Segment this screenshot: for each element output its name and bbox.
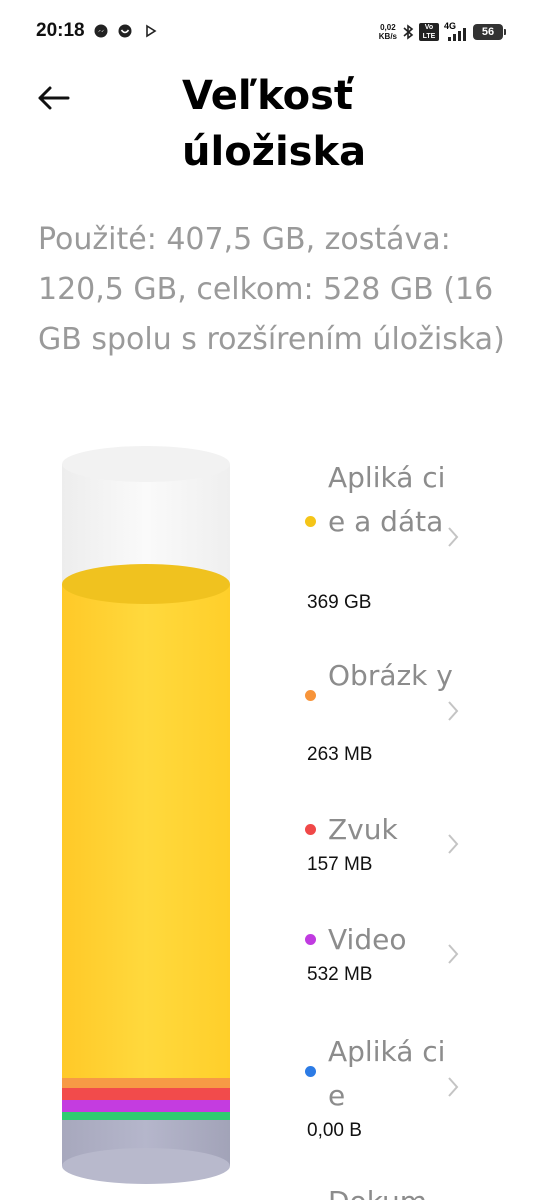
legend-item-images[interactable]: Obrázk y 263 MB	[305, 652, 485, 772]
chevron-right-icon	[448, 944, 459, 964]
legend-label: Obrázk y	[328, 659, 453, 692]
legend-dot	[305, 516, 316, 527]
battery-indicator: 56	[473, 24, 506, 40]
legend-label: Video	[328, 923, 407, 956]
legend-size: 263 MB	[307, 744, 373, 765]
legend-dot	[305, 1066, 316, 1077]
legend-item-apps[interactable]: Apliká cie 0,00 B	[305, 1028, 485, 1148]
legend-item-documents[interactable]: Dokum	[305, 1180, 485, 1200]
legend-dot	[305, 690, 316, 701]
messenger-icon	[94, 24, 108, 38]
legend-dot	[305, 934, 316, 945]
chevron-right-icon	[448, 834, 459, 854]
page-title: Veľkosť úložiska	[182, 73, 367, 175]
chevron-right-icon	[448, 527, 459, 547]
storage-summary: Použité: 407,5 GB, zostáva: 120,5 GB, ce…	[38, 222, 505, 357]
status-bar: 20:18 0,02 KB/s Vo LTE 4G 56	[0, 0, 539, 64]
play-icon	[146, 24, 157, 38]
images-segment	[62, 1078, 230, 1088]
legend-size: 0,00 B	[307, 1120, 362, 1141]
legend-label: Apliká cie a dáta	[328, 461, 446, 538]
legend-label: Zvuk	[328, 813, 398, 846]
legend-size: 369 GB	[307, 592, 372, 613]
signal-icon	[448, 28, 466, 41]
back-arrow-icon[interactable]	[34, 78, 74, 118]
apps-data-segment	[62, 584, 230, 1084]
legend-item-video[interactable]: Video 532 MB	[305, 916, 485, 996]
audio-segment	[62, 1088, 230, 1100]
legend-item-apps-data[interactable]: Apliká cie a dáta 369 GB	[305, 452, 485, 622]
cylinder-top	[62, 446, 230, 482]
legend-size: 532 MB	[307, 964, 373, 985]
legend-label: Dokum	[328, 1180, 453, 1200]
network-speed: 0,02 KB/s	[378, 23, 397, 41]
chevron-right-icon	[448, 701, 459, 721]
cylinder-bottom	[62, 1148, 230, 1184]
chevron-right-icon	[448, 1077, 459, 1097]
storage-cylinder-chart	[62, 446, 230, 1184]
video-segment	[62, 1100, 230, 1112]
volte-badge: Vo LTE	[419, 23, 439, 41]
messenger-icon	[118, 24, 132, 38]
clock: 20:18	[36, 20, 85, 41]
legend-item-audio[interactable]: Zvuk 157 MB	[305, 806, 485, 886]
documents-segment	[62, 1112, 230, 1120]
signal-strength: 4G	[444, 21, 468, 41]
legend-dot	[305, 824, 316, 835]
legend-size: 157 MB	[307, 854, 373, 875]
legend-label: Apliká cie	[328, 1035, 446, 1112]
bluetooth-icon	[403, 24, 414, 40]
apps-data-top	[62, 564, 230, 604]
